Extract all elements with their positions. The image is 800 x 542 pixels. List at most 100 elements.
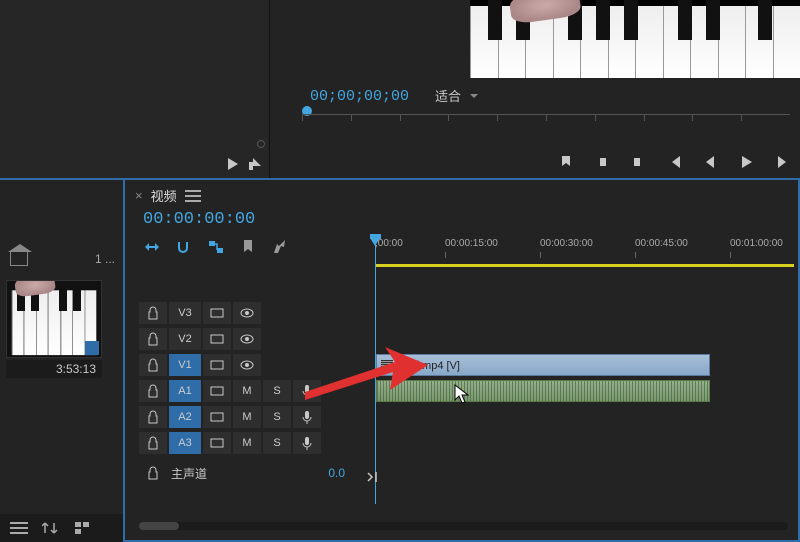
solo-toggle[interactable]: S xyxy=(263,432,291,454)
nest-sequence-icon[interactable] xyxy=(143,238,161,256)
step-forward-icon[interactable] xyxy=(774,154,790,170)
mark-in-icon[interactable] xyxy=(594,154,610,170)
project-panel: 1 ... 3:53:13 xyxy=(0,178,123,542)
filmstrip-icon xyxy=(210,332,224,346)
freeform-view-icon[interactable] xyxy=(74,521,92,535)
zoom-fit-dropdown[interactable]: 适合 xyxy=(435,86,479,105)
mic-icon xyxy=(300,436,314,450)
track-output[interactable] xyxy=(233,354,261,376)
mute-toggle[interactable]: M xyxy=(233,432,261,454)
work-area-bar[interactable] xyxy=(375,264,794,267)
track-label[interactable]: V2 xyxy=(169,328,201,350)
clip-thumbnail[interactable] xyxy=(6,280,102,358)
track-header-a2: A2 M S xyxy=(139,404,365,430)
go-to-in-icon[interactable] xyxy=(666,154,682,170)
track-a1-row[interactable] xyxy=(375,378,794,404)
play-icon[interactable] xyxy=(738,154,754,170)
program-preview xyxy=(470,0,800,78)
track-header-a1: A1 M S xyxy=(139,378,365,404)
track-output[interactable] xyxy=(233,302,261,324)
item-count: 1 ... xyxy=(95,252,115,266)
track-label[interactable]: V3 xyxy=(169,302,201,324)
sequence-name: 视频 xyxy=(151,186,177,205)
bin-icon[interactable] xyxy=(10,252,28,266)
timeline-timecode[interactable]: 00:00:00:00 xyxy=(143,210,255,229)
av-badge-icon xyxy=(85,341,99,355)
tick-label: 00:00:15:00 xyxy=(445,238,498,249)
clip-duration: 3:53:13 xyxy=(6,360,102,378)
snap-icon[interactable] xyxy=(175,238,193,256)
lock-toggle[interactable] xyxy=(139,406,167,428)
export-frame-icon[interactable] xyxy=(247,156,263,172)
lock-icon xyxy=(146,332,160,346)
lock-toggle[interactable] xyxy=(139,302,167,324)
source-patch[interactable] xyxy=(203,328,231,350)
panel-menu-icon[interactable] xyxy=(185,190,201,202)
sort-icon[interactable] xyxy=(42,521,60,535)
collapse-icon[interactable] xyxy=(365,470,379,484)
timeline-h-scrollbar[interactable] xyxy=(139,522,788,530)
timeline-toolbar xyxy=(143,238,289,256)
source-patch[interactable] xyxy=(203,406,231,428)
video-clip[interactable]: 视频.mp4 [V] xyxy=(376,354,710,376)
filmstrip-icon xyxy=(210,384,224,398)
lock-icon xyxy=(146,466,160,480)
voice-over[interactable] xyxy=(293,380,321,402)
marker-icon[interactable] xyxy=(239,238,257,256)
tick-label: 00:01:00:00 xyxy=(730,238,783,249)
add-marker-icon[interactable] xyxy=(558,154,574,170)
lock-toggle[interactable] xyxy=(139,328,167,350)
list-view-icon[interactable] xyxy=(10,521,28,535)
voice-over[interactable] xyxy=(293,432,321,454)
clip-fx-icon xyxy=(381,360,393,370)
master-value[interactable]: 0.0 xyxy=(328,466,345,480)
track-headers: V3 V2 V1 A1 M S A2 xyxy=(139,300,365,486)
lock-icon xyxy=(146,410,160,424)
master-label: 主声道 xyxy=(171,465,207,482)
lock-toggle[interactable] xyxy=(139,432,167,454)
chevron-down-icon xyxy=(469,91,479,101)
filmstrip-icon xyxy=(210,436,224,450)
source-patch[interactable] xyxy=(203,354,231,376)
eye-icon xyxy=(240,332,254,346)
mark-out-icon[interactable] xyxy=(630,154,646,170)
program-ruler[interactable] xyxy=(302,114,790,128)
track-label[interactable]: V1 xyxy=(169,354,201,376)
clip-name: 视频.mp4 [V] xyxy=(397,357,460,373)
tick-label: 00:00:45:00 xyxy=(635,238,688,249)
track-label[interactable]: A2 xyxy=(169,406,201,428)
track-header-v1: V1 xyxy=(139,352,365,378)
linked-selection-icon[interactable] xyxy=(207,238,225,256)
settings-icon[interactable] xyxy=(271,238,289,256)
timeline-panel: × 视频 00:00:00:00 ;00:00 00:00:15:00 00:0… xyxy=(123,178,800,542)
track-label[interactable]: A3 xyxy=(169,432,201,454)
sequence-tab[interactable]: × 视频 xyxy=(135,186,201,205)
source-patch[interactable] xyxy=(203,432,231,454)
step-back-icon[interactable] xyxy=(702,154,718,170)
track-header-v3: V3 xyxy=(139,300,365,326)
play-only-icon[interactable] xyxy=(225,156,241,172)
source-monitor xyxy=(0,0,270,178)
track-label[interactable]: A1 xyxy=(169,380,201,402)
close-tab-icon[interactable]: × xyxy=(135,188,143,203)
timeline-ruler[interactable]: ;00:00 00:00:15:00 00:00:30:00 00:00:45:… xyxy=(375,238,794,266)
source-patch[interactable] xyxy=(203,380,231,402)
track-output[interactable] xyxy=(233,328,261,350)
voice-over[interactable] xyxy=(293,406,321,428)
solo-toggle[interactable]: S xyxy=(263,380,291,402)
master-track: 主声道 0.0 xyxy=(139,460,365,486)
timeline-tracks[interactable]: 视频.mp4 [V] xyxy=(375,300,794,456)
lock-icon xyxy=(146,358,160,372)
program-timecode[interactable]: 00;00;00;00 xyxy=(310,88,409,105)
lock-toggle[interactable] xyxy=(139,380,167,402)
mute-toggle[interactable]: M xyxy=(233,380,261,402)
mouse-cursor-icon xyxy=(454,384,470,404)
mute-toggle[interactable]: M xyxy=(233,406,261,428)
source-patch[interactable] xyxy=(203,302,231,324)
solo-toggle[interactable]: S xyxy=(263,406,291,428)
track-v1-row[interactable]: 视频.mp4 [V] xyxy=(375,352,794,378)
lock-toggle[interactable] xyxy=(139,354,167,376)
filmstrip-icon xyxy=(210,306,224,320)
audio-clip[interactable] xyxy=(376,380,710,402)
monitor-scrollbar[interactable] xyxy=(257,4,265,148)
